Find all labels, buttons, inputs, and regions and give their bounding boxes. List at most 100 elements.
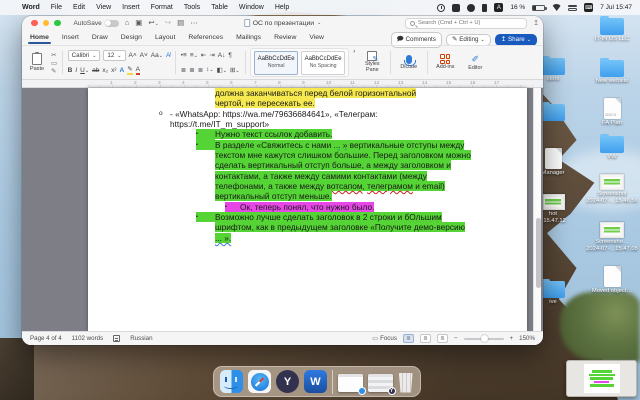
proofing-icon[interactable] (113, 335, 121, 342)
window-titlebar[interactable]: AutoSave ⌂ ▣ ↩⌄ ↪ ▤ ⋯ ОС по презентации … (22, 16, 543, 30)
pilcrow-icon[interactable]: ¶ (228, 52, 232, 59)
style-no-spacing[interactable]: AaBbCcDdEe No Spacing (301, 50, 346, 75)
doc-line[interactable]: ▪ В разделе «Свяжитесь с нами ... » верти… (196, 139, 527, 151)
desktop-icon-it-in-us-llc[interactable]: IT-IN US LLC (582, 15, 640, 43)
doc-line[interactable]: контактами, а также между самими контакт… (215, 170, 527, 181)
dictate-button[interactable]: Dictate (396, 48, 422, 77)
font-name-select[interactable]: Calibri ⌄ (67, 50, 101, 61)
menubar-clock[interactable]: 7 Jul 15:47 (600, 4, 632, 11)
outline-view-button[interactable]: ≣ (436, 334, 448, 343)
dock-safari-icon[interactable] (248, 370, 271, 393)
menu-edit[interactable]: Edit (73, 4, 85, 11)
desktop-icon-moved-object-[interactable]: Moved object… (582, 266, 640, 295)
tab-mailings[interactable]: Mailings (236, 32, 261, 43)
numbering-icon[interactable]: ≡⌄ (190, 52, 198, 59)
styles-pane-button[interactable]: Styles Pane (359, 48, 385, 77)
dock-word-icon[interactable]: W (304, 370, 327, 393)
undo-icon[interactable]: ↩⌄ (148, 19, 159, 27)
word-count[interactable]: 1102 words (72, 335, 104, 342)
doc-line[interactable]: вертикальный отступ меньше. (215, 191, 527, 202)
text-effects-icon[interactable]: A (120, 67, 125, 74)
doc-line[interactable]: чертой, не пересекать ее. (215, 98, 527, 109)
superscript-button[interactable]: x² (111, 67, 116, 74)
underline-button[interactable]: U⌄ (80, 67, 89, 74)
menu-table[interactable]: Table (211, 4, 228, 11)
doc-line[interactable]: текстом мне кажутся слишком большие. Пер… (215, 150, 527, 161)
tab-draw[interactable]: Draw (92, 32, 108, 43)
dock-finder-icon[interactable] (220, 370, 243, 393)
autosave-toggle[interactable] (104, 19, 119, 27)
zoom-button[interactable] (54, 19, 61, 27)
clear-formatting-icon[interactable]: A̸ (166, 52, 170, 59)
editing-button[interactable]: ✎ Editing ⌄ (445, 33, 491, 46)
doc-line[interactable]: ▪ Возможно лучше сделать заголовок в 2 ст… (196, 212, 527, 223)
battery-icon[interactable] (532, 4, 547, 11)
timer-icon[interactable] (437, 3, 446, 12)
print-icon[interactable]: ▤ (177, 19, 184, 27)
wifi-icon[interactable] (552, 4, 562, 11)
doc-line[interactable]: ▪ Нужно текст ссылок добавить. (196, 129, 527, 140)
addins-button[interactable]: Add-ins (432, 48, 458, 77)
copy-icon[interactable]: ▭ (51, 59, 57, 67)
scrollbar-thumb[interactable] (535, 218, 541, 288)
desktop-icon-vw[interactable]: VW (582, 133, 640, 161)
dock-minimized-window-yandex-icon[interactable]: Y (367, 374, 396, 395)
highlight-color-icon[interactable]: ✎ (127, 65, 133, 75)
more-commands-icon[interactable]: ⋯ (190, 19, 198, 27)
web-layout-view-button[interactable]: ≣ (419, 334, 431, 343)
shrink-font-icon[interactable]: A˅ (140, 52, 148, 59)
menu-format[interactable]: Format (151, 4, 173, 11)
styles-gallery-more-icon[interactable]: › (353, 48, 355, 77)
font-color-icon[interactable]: A (135, 66, 141, 75)
document-page[interactable]: должна заканчиваться перед белой горизон… (88, 88, 527, 331)
dock-minimized-window-icon[interactable] (337, 374, 366, 395)
change-case-icon[interactable]: Aa⌄ (151, 52, 163, 59)
document-title[interactable]: ОС по презентации ⌄ (243, 19, 321, 27)
tab-review[interactable]: Review (274, 32, 296, 43)
zoom-percent[interactable]: 150% (519, 335, 535, 342)
outdent-icon[interactable]: ⇤ (201, 51, 206, 59)
align-left-icon[interactable]: ≣ (181, 66, 186, 74)
tab-references[interactable]: References (188, 32, 223, 43)
print-layout-view-button[interactable]: ≣ (402, 334, 414, 343)
doc-line[interactable]: ▪ Ок, теперь понял, что нужно было. (225, 201, 527, 213)
focus-toggle[interactable]: ▭ Focus (372, 335, 397, 342)
tab-view[interactable]: View (309, 32, 324, 43)
paste-button[interactable]: Paste (26, 52, 48, 72)
align-center-icon[interactable]: ≣ (189, 66, 194, 74)
zoom-slider[interactable] (463, 335, 504, 342)
desktop-icon-fa-plan[interactable]: DOCX FA Plan (582, 98, 640, 127)
bullets-icon[interactable]: •≡ (181, 52, 187, 59)
dock-trash-icon[interactable] (398, 372, 413, 393)
redo-icon[interactable]: ↪ (165, 19, 171, 27)
doc-line[interactable]: o - «WhatsApp: https://wa.me/79636684641»… (159, 109, 527, 119)
home-icon[interactable]: ⌂ (125, 19, 130, 27)
share-sheet-icon[interactable]: ↥ (533, 19, 539, 27)
editor-button[interactable]: ✐ Editor (462, 48, 488, 77)
subscript-button[interactable]: x₂ (102, 67, 108, 74)
doc-line[interactable]: шрифтом, как в предыдущем заголовке «Пол… (215, 222, 527, 233)
line-spacing-icon[interactable]: ↕⌄ (206, 66, 213, 73)
tab-home[interactable]: Home (28, 32, 51, 44)
doc-line[interactable]: https://t.me/IT_m_support» (170, 119, 527, 129)
font-size-select[interactable]: 12 ⌄ (103, 50, 126, 61)
share-button[interactable]: ↥ Share ⌄ (494, 33, 537, 46)
app-status-icon-a[interactable]: A (494, 3, 504, 12)
doc-line[interactable]: должна заканчиваться перед белой горизон… (215, 88, 527, 98)
strikethrough-button[interactable]: ab (92, 67, 99, 74)
menu-insert[interactable]: Insert (122, 4, 140, 11)
desktop-icon-screenshot-2024-07-15-46-56[interactable]: Screenshot 2024-07-…15.46.56 (582, 174, 640, 204)
app-status-icon-2[interactable] (467, 3, 476, 12)
grow-font-icon[interactable]: A˄ (129, 52, 137, 59)
indent-icon[interactable]: ⇥ (209, 51, 214, 59)
menu-tools[interactable]: Tools (184, 4, 200, 11)
language-status[interactable]: Russian (130, 335, 152, 342)
zoom-in-icon[interactable]: + (510, 335, 514, 342)
input-source-icon[interactable]: ⌨ (584, 3, 594, 12)
zoom-slider-knob[interactable] (480, 335, 488, 342)
control-center-icon[interactable] (568, 4, 578, 11)
italic-button[interactable]: I (75, 67, 77, 74)
align-right-icon[interactable]: ≣ (198, 66, 203, 74)
app-status-icon-3[interactable] (482, 3, 488, 12)
tab-design[interactable]: Design (121, 32, 142, 43)
